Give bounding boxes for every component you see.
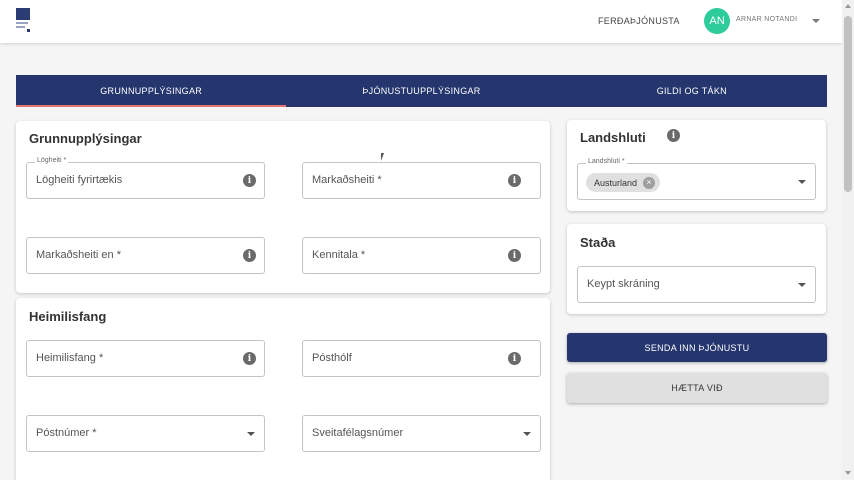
region-card: Landshluti i Landshluti * Austurland ×	[567, 120, 826, 211]
chevron-down-icon[interactable]	[812, 19, 820, 23]
app-header: FERÐAÞJÓNUSTA AN ARNAR NOTANDI	[0, 0, 842, 43]
tab-bar: GRUNNUPPLÝSINGAR ÞJÓNUSTUUPPLÝSINGAR GIL…	[16, 75, 827, 107]
user-name[interactable]: ARNAR NOTANDI	[736, 16, 797, 23]
postal-code-placeholder: Póstnúmer *	[36, 427, 97, 439]
scroll-up-icon[interactable]	[845, 4, 851, 8]
region-field-label: Landshluti *	[586, 158, 627, 165]
street-placeholder: Heimilisfang *	[36, 352, 104, 364]
page-scrollbar[interactable]	[842, 0, 854, 480]
tab-grunnupplysingar[interactable]: GRUNNUPPLÝSINGAR	[16, 75, 287, 107]
region-chip[interactable]: Austurland ×	[586, 173, 661, 192]
street-field[interactable]: Heimilisfang * i	[26, 340, 265, 377]
chevron-down-icon[interactable]	[247, 432, 255, 436]
tab-thjonustuupplysingar[interactable]: ÞJÓNUSTUUPPLÝSINGAR	[286, 75, 556, 107]
legal-name-label: Lögheiti *	[35, 157, 69, 164]
clear-chip-icon[interactable]: ×	[643, 176, 656, 189]
postal-code-select[interactable]: Póstnúmer *	[26, 415, 265, 452]
scroll-thumb[interactable]	[844, 16, 852, 192]
po-box-placeholder: Pósthólf	[312, 352, 352, 364]
marketing-name-placeholder: Markaðsheiti *	[312, 174, 382, 186]
chevron-down-icon[interactable]	[798, 180, 806, 184]
tab-gildi-og-takn[interactable]: GILDI OG TÁKN	[557, 75, 827, 107]
legal-name-value: Lögheiti fyrirtækis	[36, 174, 123, 186]
info-icon[interactable]: i	[243, 174, 256, 187]
chevron-down-icon[interactable]	[798, 283, 806, 287]
info-icon[interactable]: i	[667, 129, 680, 142]
mouse-cursor	[381, 153, 384, 161]
nav-link-ferdathjonusta[interactable]: FERÐAÞJÓNUSTA	[598, 16, 680, 26]
address-title: Heimilisfang	[29, 309, 107, 324]
chevron-down-icon[interactable]	[523, 432, 531, 436]
municipality-select[interactable]: Sveitafélagsnúmer	[302, 415, 541, 452]
po-box-field[interactable]: Pósthólf i	[302, 340, 541, 377]
legal-name-field[interactable]: Lögheiti * Lögheiti fyrirtækis i	[26, 157, 265, 199]
address-card: Heimilisfang Heimilisfang * i Pósthólf i…	[16, 298, 550, 480]
marketing-name-field[interactable]: Markaðsheiti * i	[302, 162, 541, 199]
info-icon[interactable]: i	[508, 174, 521, 187]
municipality-placeholder: Sveitafélagsnúmer	[312, 427, 404, 439]
basic-info-title: Grunnupplýsingar	[29, 131, 142, 146]
scroll-down-icon[interactable]	[845, 471, 851, 475]
submit-service-button[interactable]: SENDA INN ÞJÓNUSTU	[567, 333, 827, 362]
logo[interactable]	[16, 8, 32, 32]
status-title: Staða	[580, 235, 616, 250]
kennitala-field[interactable]: Kennitala * i	[302, 237, 541, 274]
status-card: Staða Keypt skráning	[567, 224, 826, 314]
region-select[interactable]: Landshluti * Austurland ×	[577, 158, 816, 200]
basic-info-card: Grunnupplýsingar Lögheiti * Lögheiti fyr…	[16, 121, 550, 293]
kennitala-placeholder: Kennitala *	[312, 249, 366, 261]
marketing-name-en-placeholder: Markaðsheiti en *	[36, 249, 121, 261]
info-icon[interactable]: i	[508, 249, 521, 262]
info-icon[interactable]: i	[243, 352, 256, 365]
info-icon[interactable]: i	[243, 249, 256, 262]
cancel-button[interactable]: HÆTTA VIÐ	[567, 373, 827, 403]
region-title: Landshluti	[580, 130, 646, 145]
info-icon[interactable]: i	[508, 352, 521, 365]
status-value: Keypt skráning	[587, 278, 660, 290]
avatar[interactable]: AN	[704, 8, 730, 34]
region-chip-label: Austurland	[594, 177, 638, 188]
marketing-name-en-field[interactable]: Markaðsheiti en * i	[26, 237, 265, 274]
status-select[interactable]: Keypt skráning	[577, 266, 816, 303]
